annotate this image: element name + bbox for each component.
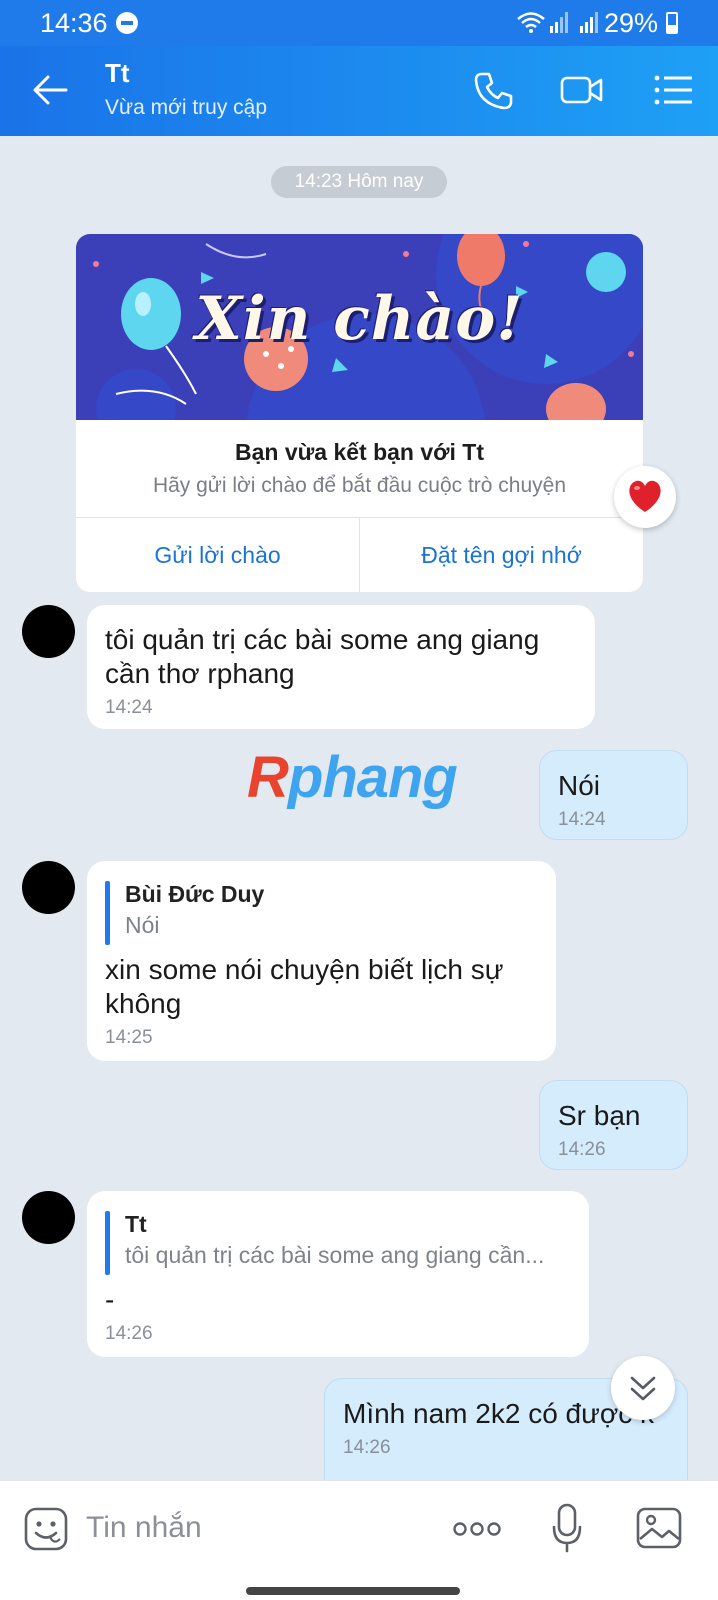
message-time: 14:26 — [558, 1139, 606, 1160]
message-time: 14:25 — [105, 1027, 153, 1048]
message-bubble[interactable]: Sr bạn 14:26 — [539, 1080, 688, 1170]
message-bubble[interactable]: Nói 14:24 — [539, 750, 688, 840]
greeting-banner: Xin chào! — [76, 234, 643, 420]
quote-author: Bùi Đức Duy — [125, 881, 265, 907]
friend-added-card: Xin chào! Bạn vừa kết bạn với Tt Hãy gửi… — [76, 234, 643, 592]
wifi-icon — [517, 12, 545, 33]
message-bubble[interactable]: Bùi Đức Duy Nói xin some nói chuyện biết… — [87, 861, 556, 1061]
quote-text: Nói — [125, 912, 160, 938]
friend-card-subtitle: Hãy gửi lời chào để bắt đầu cuộc trò chu… — [152, 474, 567, 497]
banner-title: Xin chào! — [195, 284, 524, 354]
battery-icon — [666, 12, 678, 34]
contact-name[interactable]: Tt — [105, 58, 130, 89]
set-nickname-button[interactable]: Đặt tên gợi nhớ — [360, 518, 643, 592]
message-bubble[interactable]: tôi quản trị các bài some ang giang cần … — [87, 605, 595, 729]
more-dots-icon[interactable] — [452, 1519, 502, 1539]
avatar[interactable] — [22, 605, 75, 658]
chat-area[interactable]: 14:23 Hôm nay Xin chào! Bạn vừa kết bạn … — [0, 136, 718, 1480]
avatar[interactable] — [22, 861, 75, 914]
message-text: - — [105, 1284, 115, 1315]
quoted-message[interactable]: Bùi Đức Duy Nói — [105, 879, 538, 945]
message-time: 14:24 — [105, 697, 153, 718]
menu-list-icon[interactable] — [652, 68, 696, 112]
phone-icon[interactable] — [472, 68, 516, 112]
image-icon[interactable] — [636, 1505, 682, 1551]
message-bubble[interactable]: Tt tôi quản trị các bài some ang giang c… — [87, 1191, 589, 1357]
microphone-icon[interactable] — [552, 1503, 582, 1553]
heart-icon — [629, 480, 661, 512]
status-time: 14:36 — [40, 8, 108, 38]
message-text: tôi quản trị các bài some ang giang cần … — [105, 624, 540, 689]
avatar[interactable] — [22, 1191, 75, 1244]
message-time: 14:26 — [105, 1323, 153, 1344]
home-indicator[interactable] — [246, 1587, 460, 1595]
send-greeting-button[interactable]: Gửi lời chào — [76, 518, 359, 592]
message-time: 14:26 — [343, 1437, 391, 1458]
signal-icon — [580, 12, 598, 33]
message-text: Sr bạn — [558, 1100, 641, 1131]
scroll-to-bottom-button[interactable] — [611, 1356, 675, 1420]
battery-percent: 29% — [604, 8, 659, 38]
chat-header: Tt Vừa mới truy cập — [0, 46, 718, 136]
friend-card-title: Bạn vừa kết bạn với Tt — [234, 439, 484, 465]
video-camera-icon[interactable] — [560, 68, 604, 112]
message-text: Nói — [558, 770, 601, 801]
message-input-bar — [0, 1480, 718, 1600]
quote-author: Tt — [125, 1211, 147, 1237]
contact-status: Vừa mới truy cập — [105, 96, 268, 119]
signal-icon — [550, 12, 568, 33]
react-heart-button[interactable] — [614, 466, 676, 528]
watermark-logo: Rphang — [247, 745, 458, 810]
message-text: xin some nói chuyện biết lịch sự không — [105, 954, 504, 1019]
do-not-disturb-icon — [116, 12, 138, 34]
chevron-double-down-icon — [630, 1376, 656, 1401]
sticker-icon[interactable] — [24, 1507, 68, 1551]
quoted-message[interactable]: Tt tôi quản trị các bài some ang giang c… — [105, 1209, 571, 1275]
date-separator: 14:23 Hôm nay — [271, 166, 447, 198]
message-time: 14:24 — [558, 809, 606, 830]
status-bar: 14:36 29% — [0, 0, 718, 46]
quote-text: tôi quản trị các bài some ang giang cần.… — [125, 1242, 545, 1268]
back-arrow-icon[interactable] — [30, 70, 70, 110]
message-input[interactable] — [86, 1503, 416, 1553]
